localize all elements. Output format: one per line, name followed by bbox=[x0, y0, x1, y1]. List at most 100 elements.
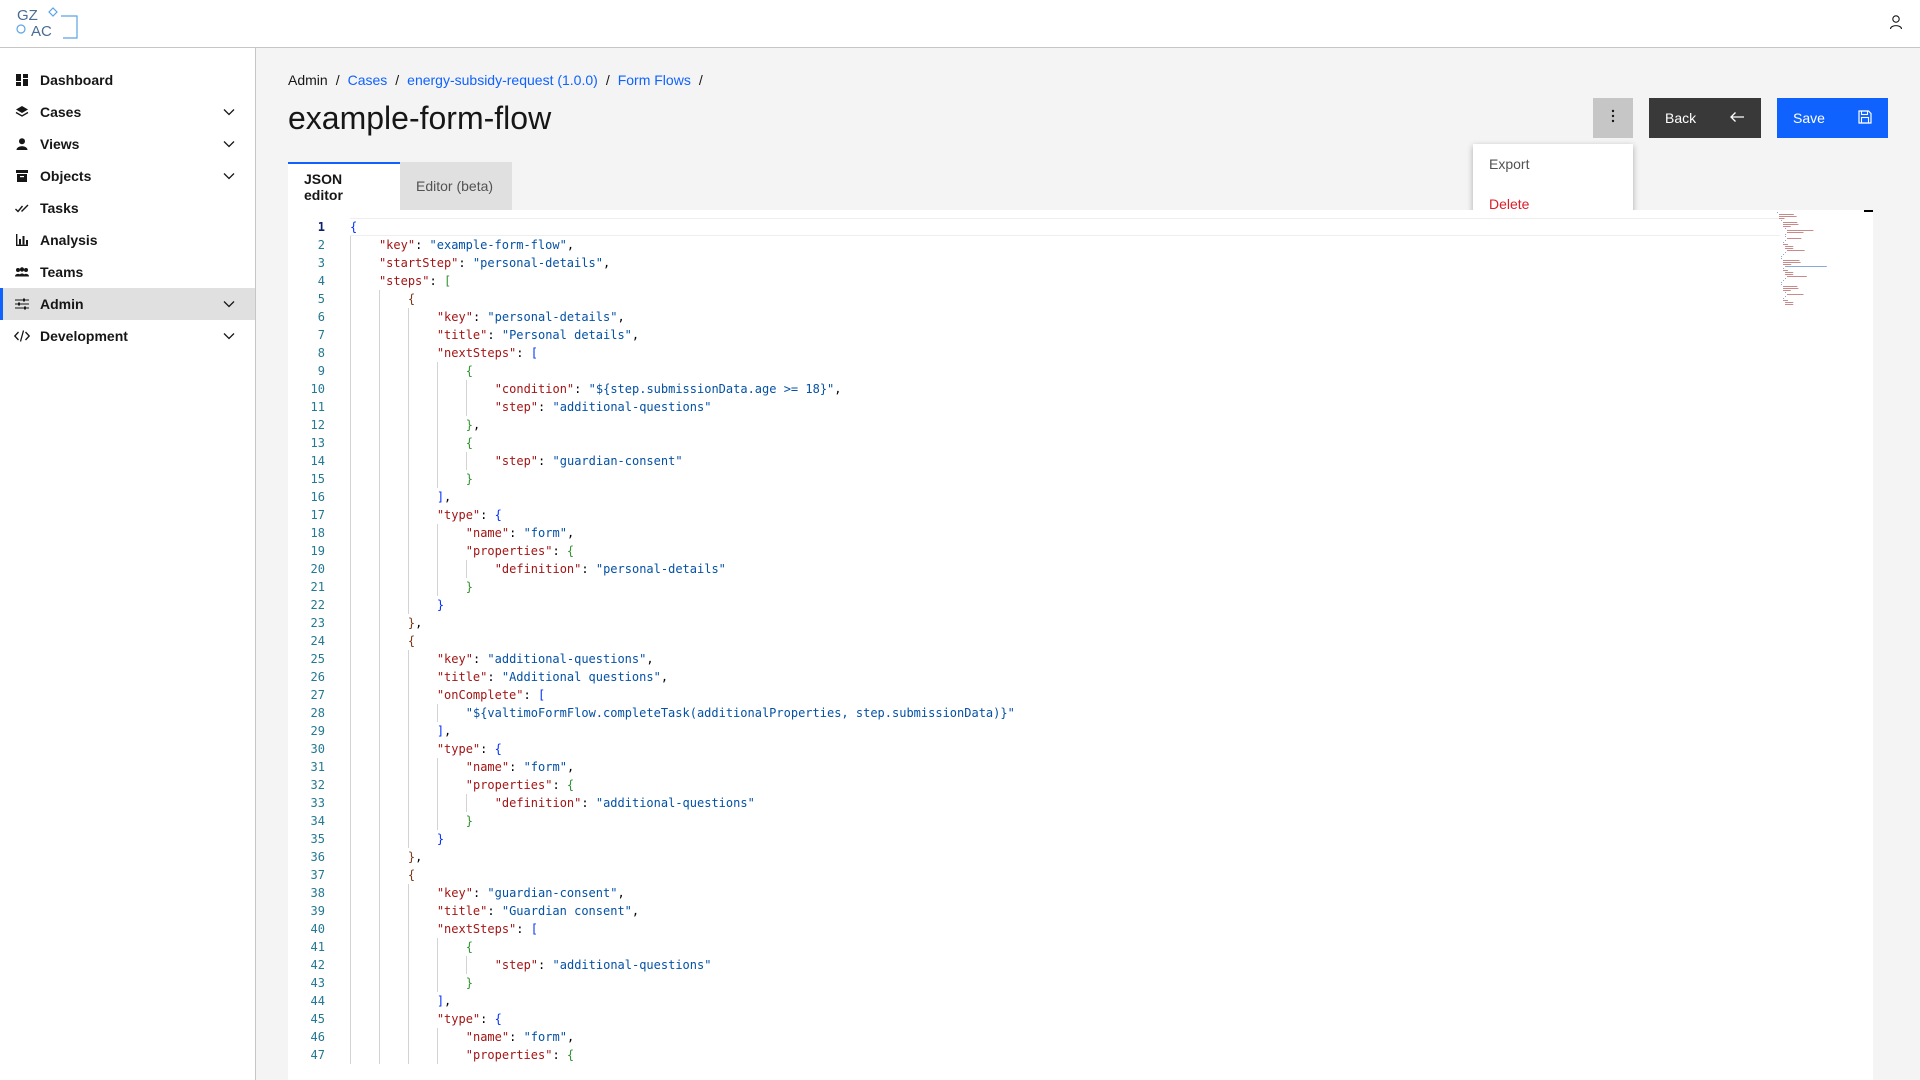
app-header: GZ AC bbox=[0, 0, 1920, 48]
line-number: 9 bbox=[317, 364, 325, 378]
code-line: "key": "additional-questions", bbox=[436, 652, 654, 666]
breadcrumb-item-admin: Admin bbox=[288, 72, 328, 88]
line-number: 33 bbox=[310, 796, 325, 810]
indent-guide bbox=[465, 794, 467, 812]
save-button-label: Save bbox=[1793, 110, 1825, 126]
save-button[interactable]: Save bbox=[1777, 98, 1888, 138]
checkmark-icon bbox=[14, 200, 30, 216]
sidebar-item-label: Dashboard bbox=[40, 72, 114, 88]
code-line: ], bbox=[436, 490, 452, 504]
user-menu-button[interactable] bbox=[1880, 8, 1912, 40]
code-line: { bbox=[350, 220, 358, 234]
json-code-editor[interactable]: 1 2 3 4 5 6 7 8 9 10 11 12 13 14 15 16 17 18 19 20 21 22 23 24 2… bbox=[288, 210, 1873, 1080]
sidebar-item-label: Teams bbox=[40, 264, 84, 280]
code-line: { bbox=[465, 364, 473, 378]
indent-guide bbox=[378, 290, 380, 1064]
code-line: "${valtimoFormFlow.completeTask(addition… bbox=[465, 706, 1015, 720]
indent-guide bbox=[436, 758, 438, 830]
svg-text:AC: AC bbox=[31, 23, 52, 40]
breadcrumb-link-cases[interactable]: Cases bbox=[348, 72, 388, 88]
scrollbar-marker bbox=[1864, 210, 1873, 212]
overflow-menu-icon bbox=[1611, 109, 1615, 128]
line-number: 24 bbox=[310, 634, 325, 648]
indent-guide bbox=[407, 650, 409, 848]
sidebar-item-views[interactable]: Views bbox=[0, 128, 255, 160]
sidebar-item-label: Objects bbox=[40, 168, 92, 184]
line-number: 41 bbox=[310, 940, 325, 954]
sidebar-item-label: Analysis bbox=[40, 232, 98, 248]
code-line: "title": "Personal details", bbox=[436, 328, 640, 342]
line-number: 42 bbox=[310, 958, 325, 972]
layers-icon bbox=[14, 104, 30, 120]
code-line: "definition": "additional-questions" bbox=[494, 796, 755, 810]
line-number: 12 bbox=[310, 418, 325, 432]
line-number: 35 bbox=[310, 832, 325, 846]
code-line: { bbox=[465, 436, 473, 450]
code-line: "properties": { bbox=[465, 544, 575, 558]
editor-scrollbar[interactable] bbox=[1864, 210, 1873, 1080]
gzac-logo[interactable]: GZ AC bbox=[15, 6, 79, 40]
line-number: 31 bbox=[310, 760, 325, 774]
line-number: 18 bbox=[310, 526, 325, 540]
tab-editor-beta[interactable]: Editor (beta) bbox=[400, 162, 512, 210]
line-number: 29 bbox=[310, 724, 325, 738]
code-content[interactable]: { "key": "example-form-flow", "startStep… bbox=[350, 218, 1780, 1064]
indent-guide bbox=[407, 884, 409, 1064]
settings-adjust-icon bbox=[14, 296, 30, 312]
back-button[interactable]: Back bbox=[1649, 98, 1761, 138]
sidebar-item-label: Tasks bbox=[40, 200, 79, 216]
group-icon bbox=[14, 264, 30, 280]
code-line: } bbox=[465, 580, 473, 594]
sidebar-item-teams[interactable]: Teams bbox=[0, 256, 255, 288]
sidebar-item-analysis[interactable]: Analysis bbox=[0, 224, 255, 256]
side-navigation: Dashboard Cases Views Objects Tasks Anal… bbox=[0, 48, 256, 1080]
indent-guide bbox=[465, 452, 467, 470]
sidebar-item-development[interactable]: Development bbox=[0, 320, 255, 352]
line-number: 10 bbox=[310, 382, 325, 396]
line-number: 3 bbox=[317, 256, 325, 270]
line-number: 46 bbox=[310, 1030, 325, 1044]
line-number: 13 bbox=[310, 436, 325, 450]
breadcrumb-link-form-flows[interactable]: Form Flows bbox=[618, 72, 691, 88]
user-icon bbox=[1888, 14, 1904, 35]
sidebar-item-admin[interactable]: Admin bbox=[0, 288, 255, 320]
save-icon bbox=[1858, 109, 1872, 127]
overflow-menu-button[interactable] bbox=[1593, 98, 1633, 138]
sidebar-item-dashboard[interactable]: Dashboard bbox=[0, 64, 255, 96]
line-number: 30 bbox=[310, 742, 325, 756]
code-line: "properties": { bbox=[465, 1048, 575, 1062]
chevron-down-icon bbox=[221, 104, 237, 120]
breadcrumb-link-case-definition[interactable]: energy-subsidy-request (1.0.0) bbox=[407, 72, 598, 88]
chevron-down-icon bbox=[221, 296, 237, 312]
code-line: } bbox=[436, 598, 445, 612]
tab-json-editor[interactable]: JSON editor bbox=[288, 162, 400, 210]
code-line: "name": "form", bbox=[465, 526, 575, 540]
line-number: 16 bbox=[310, 490, 325, 504]
breadcrumb-separator: / bbox=[335, 72, 340, 88]
indent-guide bbox=[465, 380, 467, 416]
page-title: example-form-flow bbox=[288, 100, 552, 136]
sidebar-item-objects[interactable]: Objects bbox=[0, 160, 255, 192]
line-number: 23 bbox=[310, 616, 325, 630]
line-number: 17 bbox=[310, 508, 325, 522]
code-line: "key": "guardian-consent", bbox=[436, 886, 625, 900]
menu-item-export[interactable]: Export bbox=[1473, 144, 1633, 184]
line-number: 34 bbox=[310, 814, 325, 828]
line-number: 47 bbox=[310, 1048, 325, 1062]
sidebar-item-tasks[interactable]: Tasks bbox=[0, 192, 255, 224]
editor-minimap[interactable] bbox=[1771, 210, 1867, 330]
line-number: 28 bbox=[310, 706, 325, 720]
code-line: "title": "Additional questions", bbox=[436, 670, 669, 684]
line-number: 14 bbox=[310, 454, 325, 468]
sidebar-item-cases[interactable]: Cases bbox=[0, 96, 255, 128]
code-line: } bbox=[465, 814, 473, 828]
code-line: "steps": [ bbox=[378, 274, 452, 288]
code-line: "title": "Guardian consent", bbox=[436, 904, 640, 918]
person-icon bbox=[14, 136, 30, 152]
code-line: "startStep": "personal-details", bbox=[378, 256, 611, 270]
code-line: "type": { bbox=[436, 742, 502, 756]
code-line: "key": "example-form-flow", bbox=[378, 238, 575, 252]
svg-text:GZ: GZ bbox=[17, 7, 38, 24]
line-number: 20 bbox=[310, 562, 325, 576]
line-number: 11 bbox=[310, 400, 325, 414]
